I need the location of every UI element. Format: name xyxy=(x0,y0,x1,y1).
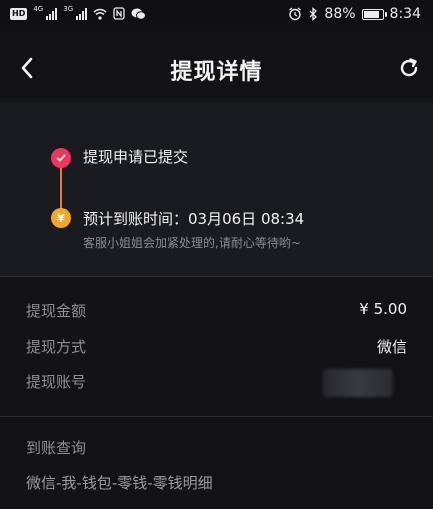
status-right: 88% 8:34 xyxy=(288,6,421,22)
method-value: 微信 xyxy=(376,338,407,356)
refresh-button[interactable] xyxy=(397,56,421,80)
arrival-query-path: 微信-我-钱包-零钱-零钱明细 xyxy=(26,474,213,492)
nfc-icon xyxy=(113,7,125,20)
detail-row-method: 提现方式 微信 xyxy=(24,336,409,358)
refresh-icon xyxy=(400,58,418,77)
amount-value: ¥ 5.00 xyxy=(359,300,407,318)
network-type-2: 3G xyxy=(63,4,74,13)
checkmark-glyph xyxy=(56,154,66,162)
battery-icon xyxy=(361,8,387,20)
step-submitted-label: 提现申请已提交 xyxy=(83,148,189,166)
withdraw-details: 提现金额 ¥ 5.00 提现方式 微信 提现账号 xyxy=(0,276,433,416)
status-left: HD 4G 3G xyxy=(10,4,147,20)
signal-icon xyxy=(46,7,58,20)
network-type-1: 4G xyxy=(33,4,44,13)
detail-row-account: 提现账号 xyxy=(24,369,409,397)
wechat-icon xyxy=(131,8,147,20)
bluetooth-icon xyxy=(309,7,318,21)
yen-icon: ¥ xyxy=(51,208,71,228)
method-label: 提现方式 xyxy=(26,338,87,356)
hd-badge: HD xyxy=(10,7,28,20)
wifi-icon xyxy=(93,8,107,20)
page-title: 提现详情 xyxy=(170,60,263,85)
battery-fill xyxy=(363,10,379,18)
account-value-redacted xyxy=(323,369,393,397)
nav-header: 提现详情 xyxy=(0,30,433,102)
check-icon xyxy=(51,148,71,168)
signal-icon-2 xyxy=(76,7,88,20)
alarm-icon xyxy=(289,7,302,21)
amount-label: 提现金额 xyxy=(26,302,87,320)
status-time: 8:34 xyxy=(389,6,421,22)
withdraw-timeline: 提现申请已提交 ¥ 预计到账时间：03月06日 08:34 客服小姐姐会加紧处理… xyxy=(0,102,433,276)
arrival-query-title: 到账查询 xyxy=(26,439,87,457)
step-expected-arrival-label: 预计到账时间：03月06日 08:34 xyxy=(83,210,305,228)
detail-row-amount: 提现金额 ¥ 5.00 xyxy=(24,300,409,322)
account-label: 提现账号 xyxy=(26,373,87,391)
step-expected-arrival-note: 客服小姐姐会加紧处理的,请耐心等待哟~ xyxy=(83,236,301,250)
arrival-query: 到账查询 微信-我-钱包-零钱-零钱明细 xyxy=(0,416,433,509)
battery-percent: 88% xyxy=(324,6,356,22)
status-bar: HD 4G 3G 88% 8:34 xyxy=(0,0,433,30)
